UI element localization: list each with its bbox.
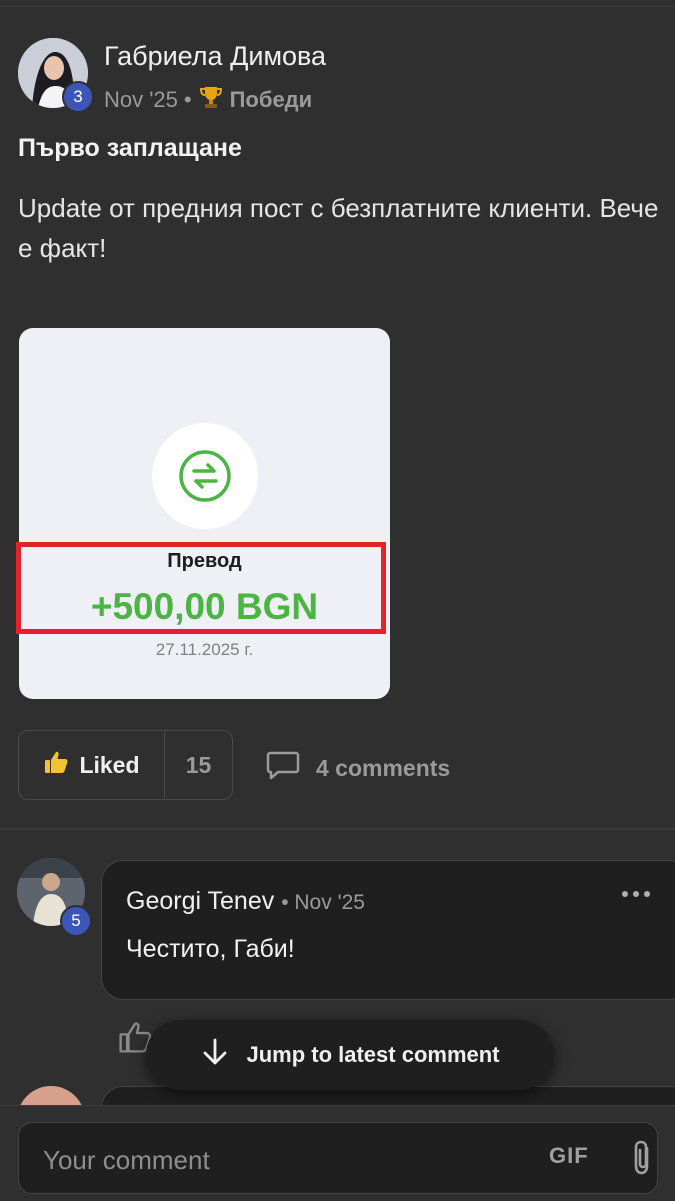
comment-bubble-icon <box>266 750 300 786</box>
comment-header: Georgi Tenev • Nov '25 <box>126 887 365 916</box>
like-count[interactable]: 15 <box>165 731 232 799</box>
like-button[interactable]: Liked <box>19 731 165 799</box>
paperclip-icon[interactable] <box>629 1139 655 1182</box>
gif-button[interactable]: GIF <box>549 1143 589 1169</box>
post-category[interactable]: Победи <box>230 87 313 113</box>
like-control: Liked 15 <box>18 730 233 800</box>
post-image[interactable]: Превод +500,00 BGN 27.11.2025 г. <box>19 328 390 699</box>
comments-count-label: 4 comments <box>316 754 451 781</box>
comment-text: Честито, Габи! <box>126 935 295 963</box>
jump-to-latest-button[interactable]: Jump to latest comment <box>146 1020 554 1090</box>
comment-composer: GIF <box>18 1122 658 1194</box>
post-title: Първо заплащане <box>18 134 242 162</box>
comment-date: • Nov '25 <box>281 891 365 914</box>
arrow-down-icon <box>200 1037 230 1073</box>
meta-separator: • <box>183 87 192 112</box>
comment-bubble: Georgi Tenev • Nov '25 Честито, Габи! <box>101 860 675 1000</box>
post-meta: Nov '25 • Победи <box>104 84 312 116</box>
amount-highlight-box <box>16 542 386 634</box>
comment-author[interactable]: Georgi Tenev <box>126 887 274 915</box>
author-level-badge: 3 <box>62 81 94 113</box>
more-options-icon[interactable] <box>622 891 650 897</box>
commenter-level-badge: 5 <box>60 905 92 937</box>
transfer-icon-circle <box>152 423 258 529</box>
jump-label: Jump to latest comment <box>246 1042 500 1067</box>
post-body: Update от предния пост с безплатните кли… <box>18 193 659 263</box>
transfer-date: 27.11.2025 г. <box>155 640 254 659</box>
section-divider <box>0 828 675 830</box>
like-label: Liked <box>79 751 140 778</box>
thumbs-up-icon <box>43 749 69 781</box>
trophy-icon <box>198 84 224 116</box>
comment-input[interactable] <box>41 1135 525 1185</box>
transfer-arrows-icon <box>179 450 231 502</box>
top-divider <box>0 6 675 7</box>
post-date: Nov '25 <box>104 87 178 112</box>
comments-count-link[interactable]: 4 comments <box>266 750 450 786</box>
post-author-name[interactable]: Габриела Димова <box>104 41 326 72</box>
